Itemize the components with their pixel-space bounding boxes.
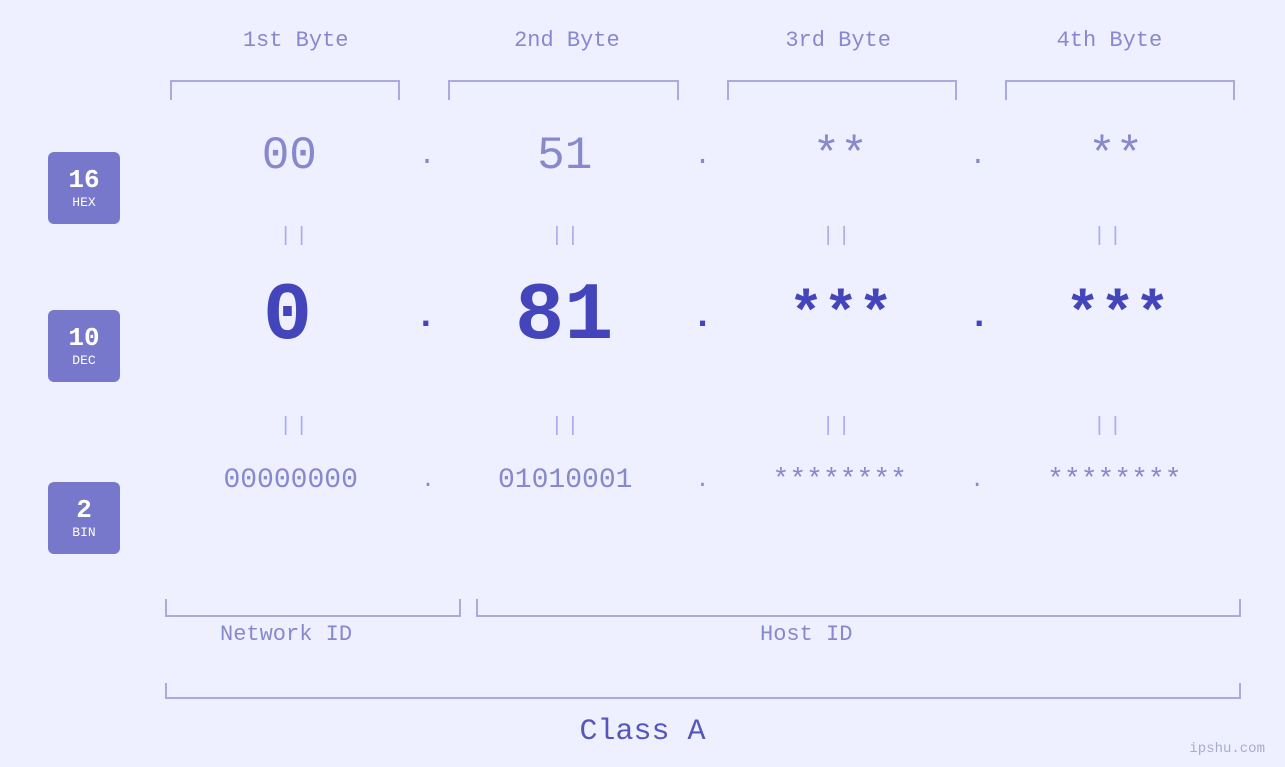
badge-dec: 10 DEC <box>48 310 120 382</box>
eq-2-3: || <box>703 415 974 438</box>
network-id-bracket <box>165 599 461 617</box>
bin-val-3: ******** <box>709 465 970 496</box>
eq-row-2: || || || || <box>160 415 1245 438</box>
dec-val-3: *** <box>713 284 968 349</box>
dec-dot-1: . <box>415 296 437 337</box>
byte-label-4: 4th Byte <box>974 28 1245 53</box>
hex-dot-1: . <box>419 141 436 172</box>
byte-label-1: 1st Byte <box>160 28 431 53</box>
badge-bin-sub: BIN <box>72 525 95 540</box>
badge-hex-num: 16 <box>68 166 99 195</box>
bin-dot-3: . <box>970 468 983 493</box>
bin-val-2: 01010001 <box>435 465 696 496</box>
byte-label-3: 3rd Byte <box>703 28 974 53</box>
bin-dot-2: . <box>696 468 709 493</box>
dec-val-4: *** <box>990 284 1245 349</box>
host-id-label: Host ID <box>760 622 852 647</box>
bracket-4 <box>1005 80 1235 100</box>
hex-val-4: ** <box>986 130 1245 182</box>
hex-row: 00 . 51 . ** . ** <box>160 130 1245 182</box>
bracket-3 <box>727 80 957 100</box>
class-label: Class A <box>579 715 705 749</box>
network-id-label: Network ID <box>220 622 352 647</box>
hex-val-2: 51 <box>435 130 694 182</box>
hex-dot-2: . <box>694 141 711 172</box>
bin-val-4: ******** <box>984 465 1245 496</box>
main-container: 1st Byte 2nd Byte 3rd Byte 4th Byte 16 H… <box>0 0 1285 767</box>
byte-labels-row: 1st Byte 2nd Byte 3rd Byte 4th Byte <box>160 28 1245 53</box>
hex-val-1: 00 <box>160 130 419 182</box>
bracket-2 <box>448 80 678 100</box>
dec-dot-2: . <box>692 296 714 337</box>
bin-val-1: 00000000 <box>160 465 421 496</box>
eq-2-2: || <box>431 415 702 438</box>
bin-dot-1: . <box>421 468 434 493</box>
badge-bin-num: 2 <box>76 496 92 525</box>
badge-dec-sub: DEC <box>72 353 95 368</box>
eq-1-1: || <box>160 225 431 248</box>
host-id-bracket <box>476 599 1241 617</box>
eq-row-1: || || || || <box>160 225 1245 248</box>
dec-val-2: 81 <box>437 270 692 363</box>
class-bracket <box>165 683 1241 699</box>
eq-2-1: || <box>160 415 431 438</box>
badge-dec-num: 10 <box>68 324 99 353</box>
eq-1-3: || <box>703 225 974 248</box>
badge-hex-sub: HEX <box>72 195 95 210</box>
eq-1-2: || <box>431 225 702 248</box>
eq-1-4: || <box>974 225 1245 248</box>
hex-val-3: ** <box>711 130 970 182</box>
bracket-1 <box>170 80 400 100</box>
byte-label-2: 2nd Byte <box>431 28 702 53</box>
dec-val-1: 0 <box>160 270 415 363</box>
brackets-row <box>160 80 1245 100</box>
eq-2-4: || <box>974 415 1245 438</box>
watermark: ipshu.com <box>1189 741 1265 757</box>
bin-row: 00000000 . 01010001 . ******** . *******… <box>160 465 1245 496</box>
hex-dot-3: . <box>970 141 987 172</box>
dec-row: 0 . 81 . *** . *** <box>160 270 1245 363</box>
badge-hex: 16 HEX <box>48 152 120 224</box>
dec-dot-3: . <box>968 296 990 337</box>
badge-bin: 2 BIN <box>48 482 120 554</box>
